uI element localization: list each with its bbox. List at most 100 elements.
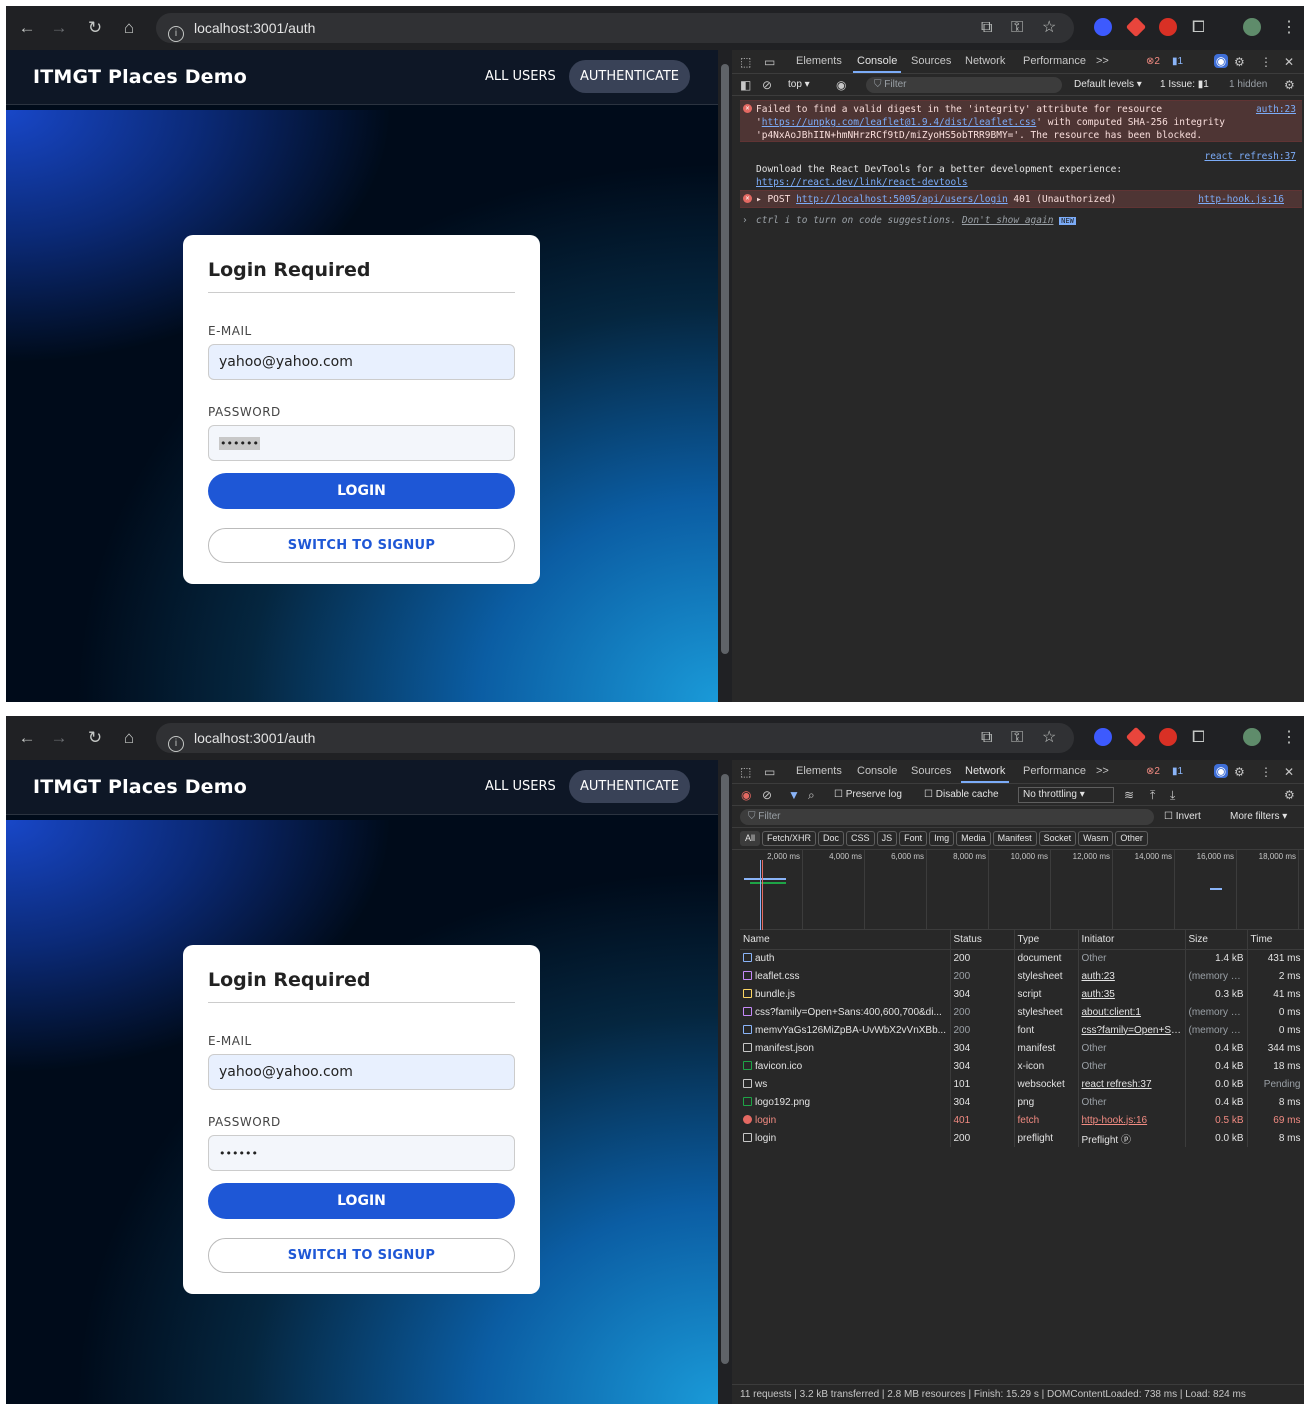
cell-name[interactable]: favicon.ico [740,1057,951,1075]
login-button[interactable]: LOGIN [208,1183,515,1219]
type-chip-socket[interactable]: Socket [1038,831,1077,846]
type-chip-css[interactable]: CSS [846,831,875,846]
eye-icon[interactable]: ◉ [836,78,846,92]
issue-count-badge[interactable]: ▮1 [1172,55,1183,69]
forward-icon[interactable]: → [48,17,70,39]
nav-authenticate[interactable]: AUTHENTICATE [569,60,690,93]
cell-initiator[interactable]: auth:23 [1078,967,1186,985]
cell-name[interactable]: logo192.png [740,1093,951,1111]
device-toggle-icon[interactable]: ▭ [764,765,775,779]
page-scrollbar[interactable] [718,50,732,702]
search-icon[interactable]: ⌕ [808,788,815,802]
extensions-puzzle-icon[interactable]: ⧠ [1192,18,1205,38]
cell-name[interactable]: ws [740,1075,951,1093]
install-app-icon[interactable]: ⧉ [981,18,992,38]
console-error-post[interactable]: ✕ ▸ POST http://localhost:5005/api/users… [740,190,1302,208]
nav-all-users[interactable]: ALL USERS [485,69,556,84]
tab-sources[interactable]: Sources [911,765,951,777]
table-row[interactable]: manifest.json 304 manifest Other 0.4 kB 344 m… [740,1039,1304,1057]
home-icon[interactable]: ⌂ [118,17,140,39]
wifi-icon[interactable]: ≋ [1124,788,1134,802]
export-icon[interactable]: ⤓ [1170,788,1175,802]
cell-initiator[interactable]: Preflight ⓟ [1078,1129,1186,1147]
tab-network[interactable]: Network [960,765,1010,783]
record-icon[interactable]: ◉ [741,788,751,802]
cell-initiator[interactable]: css?family=Open+Sans [1078,1021,1186,1039]
table-row[interactable]: css?family=Open+Sans:400,600,700&di... 20… [740,1003,1304,1021]
key-icon[interactable]: ⚿ [1011,728,1023,748]
password-field[interactable]: •••••• [208,425,515,461]
tab-performance[interactable]: Performance [1023,55,1086,67]
cell-name[interactable]: bundle.js [740,985,951,1003]
switch-to-signup-button[interactable]: SWITCH TO SIGNUP [208,1238,515,1273]
type-chip-all[interactable]: All [740,831,761,846]
network-overview-timeline[interactable]: 2,000 ms 4,000 ms 6,000 ms 8,000 ms 10,000 m… [740,850,1304,930]
tab-more[interactable]: >> [1096,55,1109,67]
reload-icon[interactable]: ↻ [84,727,106,749]
table-row[interactable]: auth 200 document Other 1.4 kB 431 ms [740,949,1304,967]
type-chip-media[interactable]: Media [956,831,991,846]
close-icon[interactable]: ✕ [1284,765,1294,779]
import-icon[interactable]: ⤒ [1150,788,1155,802]
more-filters-dropdown[interactable]: More filters ▾ [1230,811,1287,822]
tab-performance[interactable]: Performance [1023,765,1086,777]
cell-name[interactable]: auth [740,949,951,967]
console-prompt[interactable]: › ctrl i to turn on code suggestions. Do… [740,212,1302,230]
cell-initiator[interactable]: react refresh:37 [1078,1075,1186,1093]
cell-name[interactable]: css?family=Open+Sans:400,600,700&di... [740,1003,951,1021]
table-row[interactable]: ws 101 websocket react refresh:37 0.0 kB Pend… [740,1075,1304,1093]
site-info-icon[interactable]: i [168,26,184,42]
back-icon[interactable]: ← [16,727,38,749]
column-header-type[interactable]: Type [1014,930,1079,950]
tab-elements[interactable]: Elements [796,55,842,67]
tab-sources[interactable]: Sources [911,55,951,67]
star-icon[interactable]: ☆ [1042,18,1056,38]
type-chip-js[interactable]: JS [876,831,898,846]
extension-red-icon[interactable] [1159,18,1177,36]
forward-icon[interactable]: → [48,727,70,749]
extension-red-icon[interactable] [1159,728,1177,746]
device-toggle-icon[interactable]: ▭ [764,55,775,69]
cell-initiator[interactable]: about:client:1 [1078,1003,1186,1021]
invert-checkbox[interactable]: ☐ Invert [1164,811,1201,822]
inspect-icon[interactable]: ⬚ [740,55,751,69]
type-chip-img[interactable]: Img [929,831,955,846]
clear-console-icon[interactable]: ⊘ [762,78,772,92]
error-count-badge[interactable]: ⊗2 [1146,55,1160,69]
extension-shield-icon[interactable] [1094,728,1112,746]
error-count-badge[interactable]: ⊗2 [1146,765,1160,779]
source-link-auth[interactable]: auth:23 [1256,103,1296,116]
scrollbar-thumb[interactable] [721,64,729,654]
cell-name[interactable]: login [740,1111,951,1129]
table-row[interactable]: login 401 fetch http-hook.js:16 0.5 kB 69 ms [740,1111,1304,1129]
disable-cache-checkbox[interactable]: ☐ Disable cache [924,789,999,800]
reload-icon[interactable]: ↻ [84,17,106,39]
issue-count-badge[interactable]: ▮1 [1172,765,1183,779]
settings-gear-icon[interactable]: ⚙ [1234,55,1245,69]
column-header-initiator[interactable]: Initiator [1078,930,1186,950]
context-select[interactable]: top ▾ [788,79,810,90]
filter-icon[interactable]: ▼ [788,788,800,802]
network-settings-icon[interactable]: ⚙ [1284,788,1295,802]
react-devtools-link[interactable]: https://react.dev/link/react-devtools [756,176,1298,189]
inspect-icon[interactable]: ⬚ [740,765,751,779]
menu-kebab-icon[interactable]: ⋮ [1281,18,1297,38]
console-settings-icon[interactable]: ⚙ [1284,78,1295,92]
throttling-select[interactable]: No throttling ▾ [1018,787,1114,803]
ai-assist-icon[interactable]: ◉ [1214,54,1228,68]
home-icon[interactable]: ⌂ [118,727,140,749]
tab-elements[interactable]: Elements [796,765,842,777]
table-row[interactable]: bundle.js 304 script auth:35 0.3 kB 41 ms [740,985,1304,1003]
type-chip-font[interactable]: Font [899,831,928,846]
site-info-icon[interactable]: i [168,736,184,752]
address-bar[interactable]: i localhost:3001/auth [156,723,1074,753]
cell-name[interactable]: memvYaGs126MiZpBA-UvWbX2vVnXBb... [740,1021,951,1039]
settings-gear-icon[interactable]: ⚙ [1234,765,1245,779]
email-field[interactable]: yahoo@yahoo.com [208,1054,515,1090]
login-api-link[interactable]: http://localhost:5005/api/users/login [796,194,1008,205]
table-row[interactable]: leaflet.css 200 stylesheet auth:23 (memory c… [740,967,1304,985]
star-icon[interactable]: ☆ [1042,728,1056,748]
console-filter-input[interactable]: ⛉ Filter [866,77,1062,93]
column-header-time[interactable]: Time [1247,930,1304,950]
post-method[interactable]: ▸ POST [756,194,790,205]
